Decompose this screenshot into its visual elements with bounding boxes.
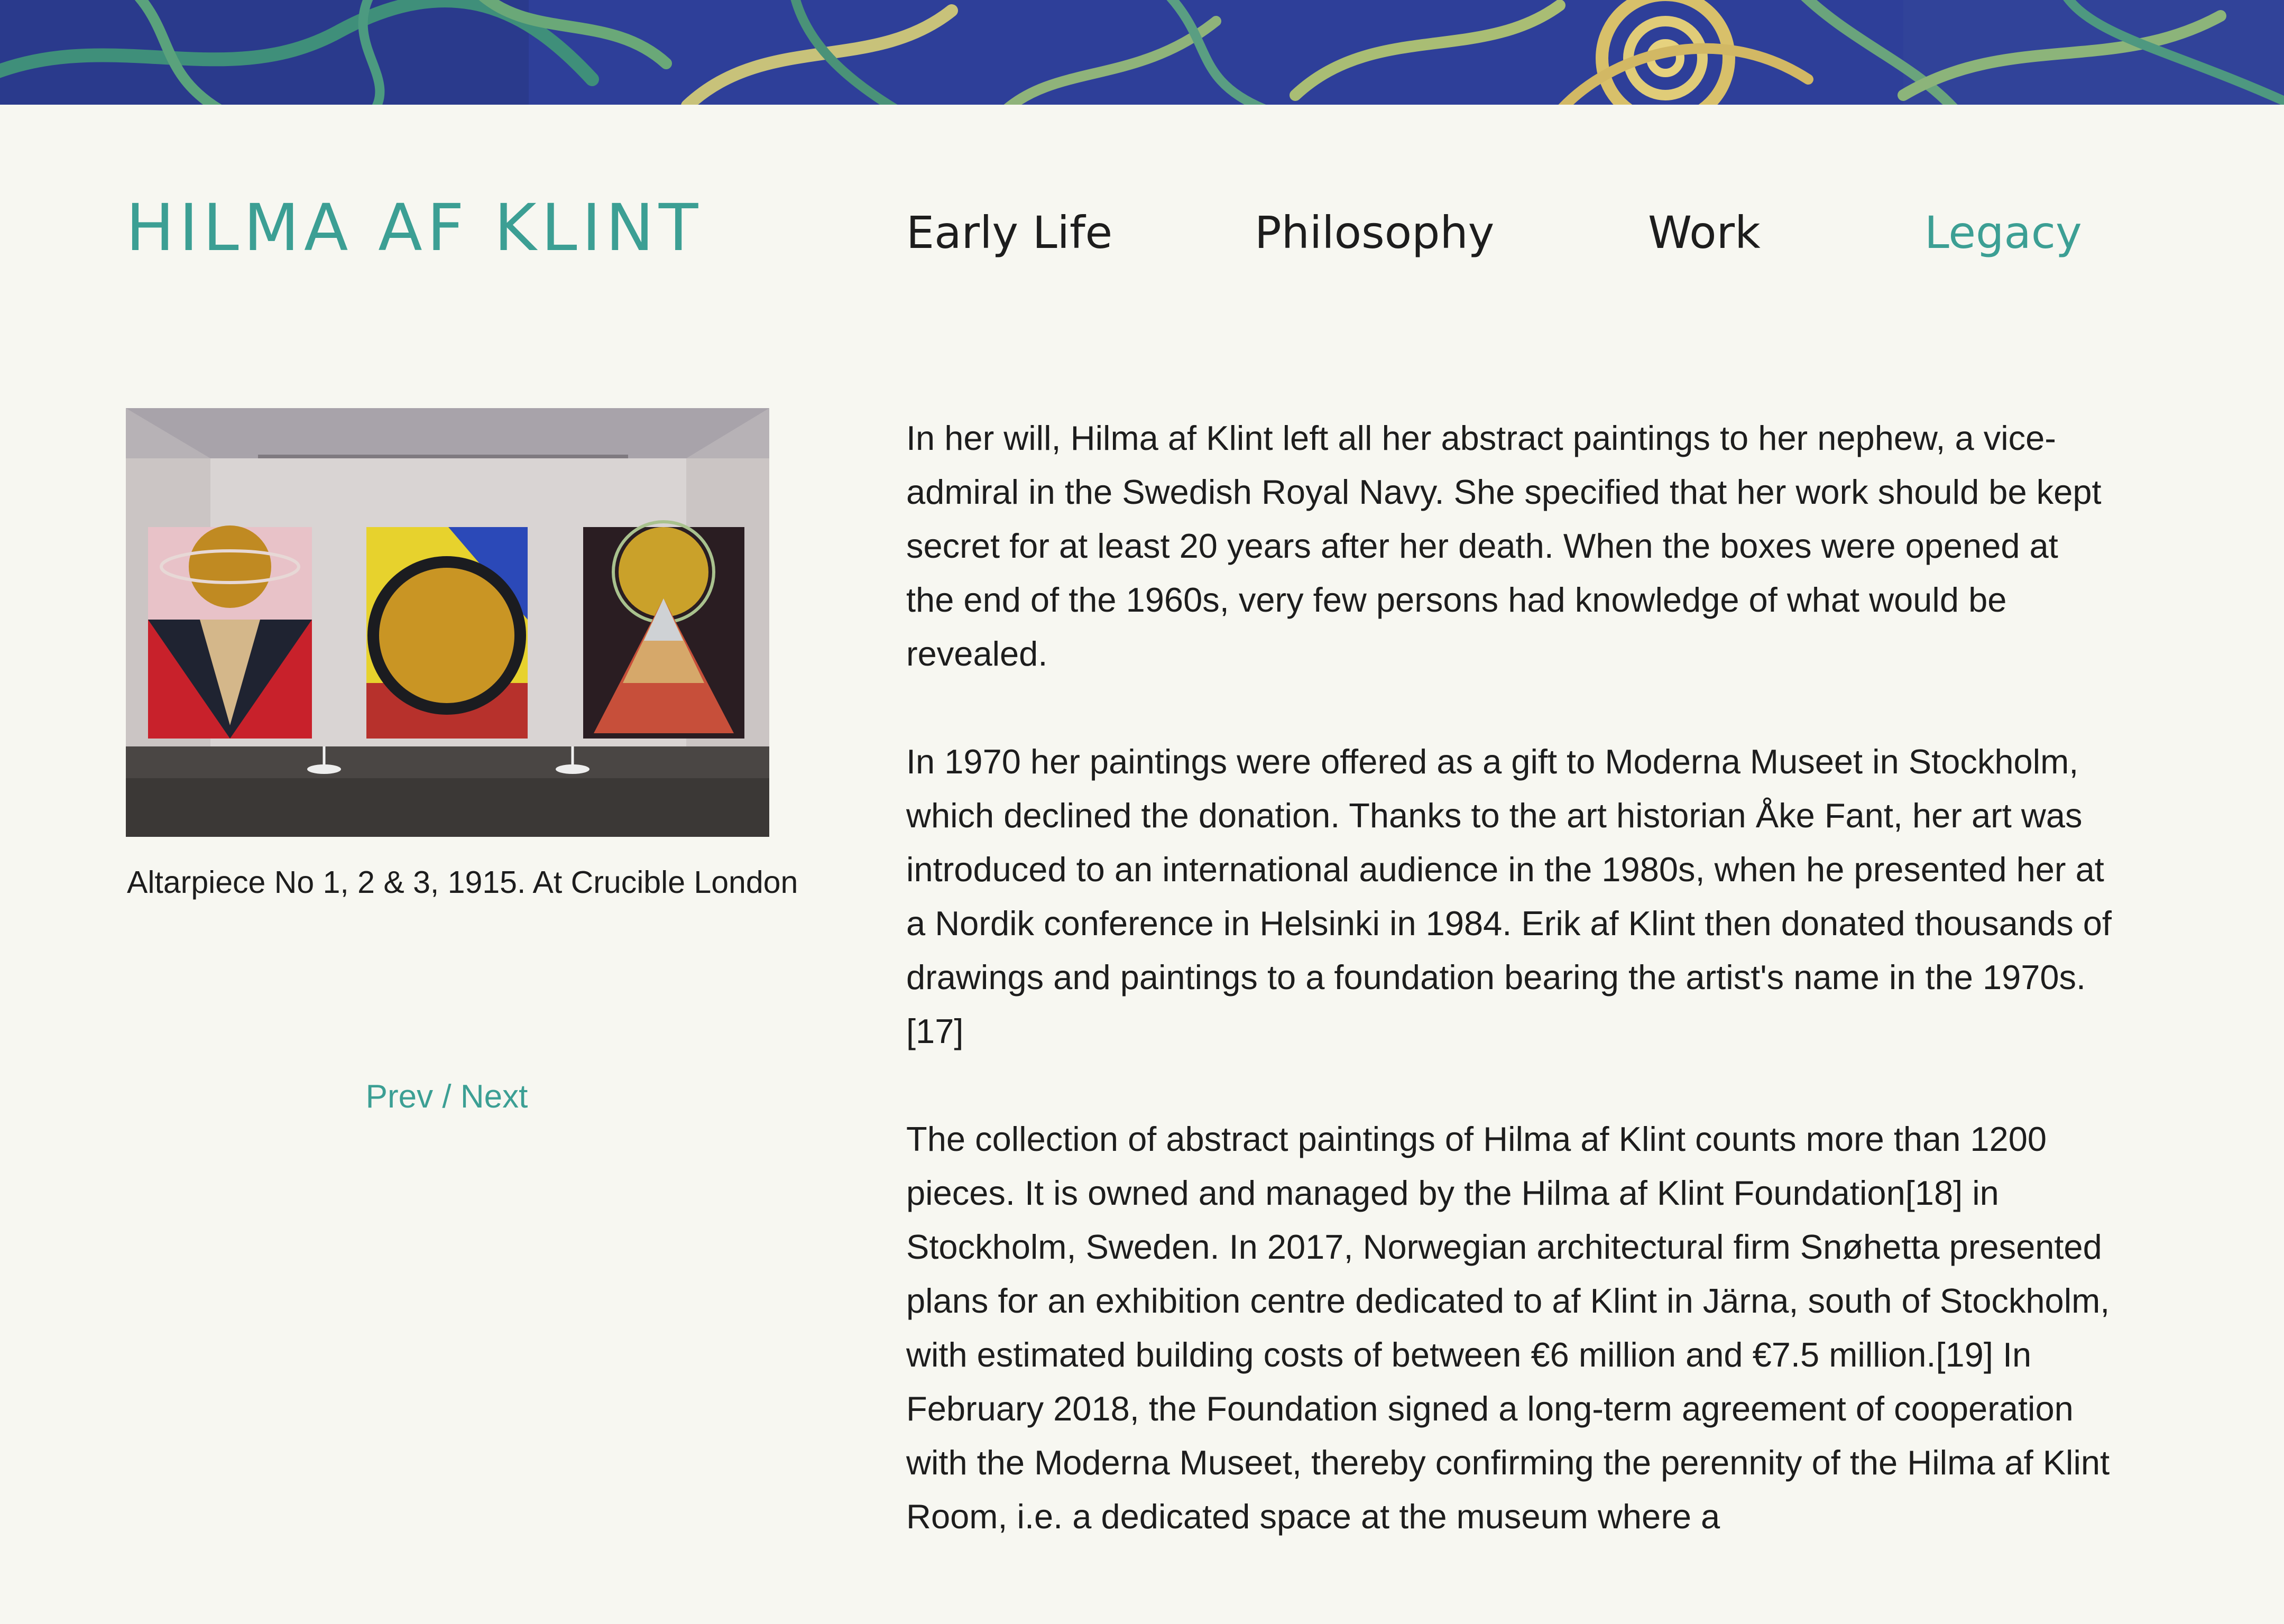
article-paragraph: In 1970 her paintings were offered as a … (906, 742, 2112, 1050)
header-banner-painting (0, 0, 2284, 105)
image-caption: Altarpiece No 1, 2 & 3, 1915. At Crucibl… (127, 865, 798, 900)
article-body: In her will, Hilma af Klint left all her… (906, 411, 2112, 1598)
pager-separator: / (442, 1078, 461, 1115)
nav-item-work[interactable]: Work (1648, 210, 1761, 255)
article-paragraph: The collection of abstract paintings of … (906, 1120, 2110, 1536)
nav-item-legacy[interactable]: Legacy (1924, 210, 2082, 255)
site-title[interactable]: HILMA AF KLINT (126, 196, 703, 260)
gallery-pager: Prev / Next (0, 1081, 894, 1113)
prev-link[interactable]: Prev (366, 1078, 433, 1115)
next-link[interactable]: Next (461, 1078, 528, 1115)
nav-item-early-life[interactable]: Early Life (906, 210, 1112, 255)
nav-item-philosophy[interactable]: Philosophy (1255, 210, 1494, 255)
gallery-image (126, 408, 769, 837)
article-paragraph: In her will, Hilma af Klint left all her… (906, 419, 2102, 673)
